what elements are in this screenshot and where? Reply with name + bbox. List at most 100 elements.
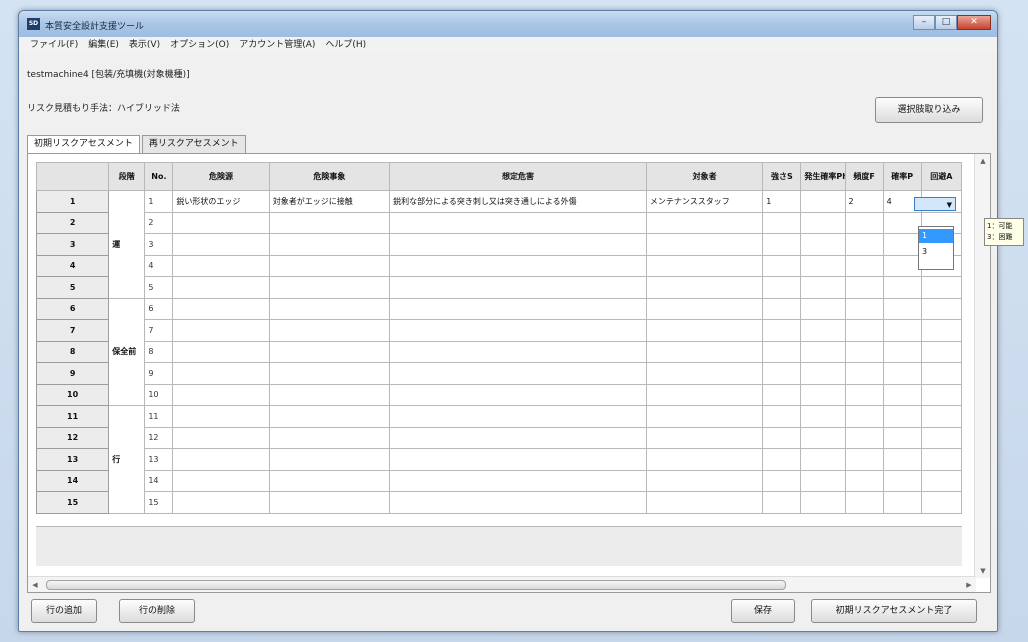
hazard-cell[interactable] <box>172 297 270 320</box>
harm-cell[interactable] <box>389 405 647 428</box>
table-row[interactable]: 99 <box>35 362 963 385</box>
col-header-hazard[interactable]: 危険源 <box>172 162 270 191</box>
horizontal-scrollbar[interactable]: ◀ ▶ <box>28 576 976 592</box>
stage-cell[interactable] <box>108 470 146 492</box>
frequency-cell[interactable]: 2 <box>844 190 884 213</box>
frequency-cell[interactable] <box>844 276 884 299</box>
no-cell[interactable]: 4 <box>144 254 174 277</box>
target-cell[interactable] <box>645 405 764 428</box>
row-header[interactable]: 11 <box>35 405 110 428</box>
row-header[interactable]: 7 <box>35 319 110 342</box>
probability-ph-cell[interactable] <box>800 340 846 363</box>
probability-p-cell[interactable] <box>882 233 922 256</box>
table-row[interactable]: 77 <box>35 319 963 342</box>
avoidance-cell[interactable] <box>920 297 963 320</box>
stage-cell[interactable] <box>108 405 146 427</box>
table-row[interactable]: 1 1 鋭い形状のエッジ 対象者がエッジに接触 鋭利な部分による突き刺し又は突き通しによ… <box>35 190 963 213</box>
event-cell[interactable] <box>268 491 391 514</box>
row-header[interactable]: 10 <box>35 383 110 406</box>
reload-options-button[interactable]: 選択肢取り込み <box>875 97 983 123</box>
target-cell[interactable] <box>645 491 764 514</box>
probability-ph-cell[interactable] <box>800 448 846 471</box>
target-cell[interactable]: メンテナンススタッフ <box>645 190 764 213</box>
probability-ph-cell[interactable] <box>800 297 846 320</box>
probability-ph-cell[interactable] <box>800 276 846 299</box>
row-header[interactable]: 13 <box>35 448 110 471</box>
event-cell[interactable] <box>268 254 391 277</box>
probability-p-cell[interactable] <box>882 469 922 492</box>
target-cell[interactable] <box>645 254 764 277</box>
probability-ph-cell[interactable] <box>800 254 846 277</box>
event-cell[interactable] <box>268 405 391 428</box>
severity-cell[interactable] <box>762 233 802 256</box>
severity-cell[interactable] <box>762 426 802 449</box>
target-cell[interactable] <box>645 448 764 471</box>
frequency-cell[interactable] <box>844 254 884 277</box>
chevron-down-icon[interactable]: ▼ <box>947 201 952 209</box>
avoidance-cell[interactable] <box>920 362 963 385</box>
probability-p-cell[interactable] <box>882 340 922 363</box>
probability-p-cell[interactable] <box>882 426 922 449</box>
row-header[interactable]: 15 <box>35 491 110 514</box>
table-row[interactable]: 8 保全前 8 <box>35 340 963 363</box>
stage-cell[interactable] <box>108 255 146 277</box>
dropdown-option[interactable]: 3 <box>919 245 953 259</box>
col-header-frequency[interactable]: 頻度F <box>844 162 884 191</box>
row-header[interactable]: 1 <box>35 190 110 213</box>
frequency-cell[interactable] <box>844 426 884 449</box>
event-cell[interactable] <box>268 448 391 471</box>
probability-ph-cell[interactable] <box>800 405 846 428</box>
target-cell[interactable] <box>645 297 764 320</box>
stage-cell[interactable]: 行 <box>108 448 146 470</box>
harm-cell[interactable] <box>389 383 647 406</box>
probability-p-cell[interactable] <box>882 491 922 514</box>
row-header[interactable]: 8 <box>35 340 110 363</box>
row-header[interactable]: 2 <box>35 211 110 234</box>
severity-cell[interactable] <box>762 362 802 385</box>
menu-view[interactable]: 表示(V) <box>124 37 165 53</box>
hazard-cell[interactable] <box>172 491 270 514</box>
probability-p-cell[interactable] <box>882 211 922 234</box>
no-cell[interactable]: 5 <box>144 276 174 299</box>
table-row[interactable]: 44 <box>35 254 963 277</box>
severity-cell[interactable] <box>762 491 802 514</box>
event-cell[interactable] <box>268 362 391 385</box>
stage-cell[interactable] <box>108 362 146 384</box>
severity-cell[interactable] <box>762 254 802 277</box>
probability-ph-cell[interactable] <box>800 211 846 234</box>
tab-initial-assessment[interactable]: 初期リスクアセスメント <box>27 135 140 154</box>
frequency-cell[interactable] <box>844 469 884 492</box>
delete-row-button[interactable]: 行の削除 <box>119 599 195 623</box>
no-cell[interactable]: 11 <box>144 405 174 428</box>
frequency-cell[interactable] <box>844 340 884 363</box>
minimize-button[interactable]: – <box>913 15 935 30</box>
col-header-no[interactable]: No. <box>144 162 174 191</box>
avoidance-dropdown[interactable]: ▼ <box>914 197 956 211</box>
avoidance-cell[interactable] <box>920 469 963 492</box>
event-cell[interactable] <box>268 297 391 320</box>
no-cell[interactable]: 3 <box>144 233 174 256</box>
frequency-cell[interactable] <box>844 233 884 256</box>
event-cell[interactable] <box>268 276 391 299</box>
harm-cell[interactable] <box>389 448 647 471</box>
table-row[interactable]: 66 <box>35 297 963 320</box>
row-header[interactable]: 14 <box>35 469 110 492</box>
hazard-cell[interactable] <box>172 319 270 342</box>
event-cell[interactable] <box>268 233 391 256</box>
scroll-down-icon[interactable]: ▼ <box>975 564 991 578</box>
stage-cell[interactable]: 運 <box>108 233 146 255</box>
frequency-cell[interactable] <box>844 319 884 342</box>
event-cell[interactable] <box>268 469 391 492</box>
harm-cell[interactable] <box>389 233 647 256</box>
probability-ph-cell[interactable] <box>800 233 846 256</box>
stage-cell[interactable] <box>108 427 146 449</box>
stage-cell[interactable] <box>108 190 146 212</box>
table-row[interactable]: 10 10 <box>35 383 963 406</box>
severity-cell[interactable] <box>762 448 802 471</box>
stage-cell[interactable] <box>108 276 146 299</box>
hazard-cell[interactable] <box>172 276 270 299</box>
event-cell[interactable] <box>268 319 391 342</box>
harm-cell[interactable] <box>389 426 647 449</box>
avoidance-cell[interactable] <box>920 340 963 363</box>
probability-p-cell[interactable] <box>882 405 922 428</box>
